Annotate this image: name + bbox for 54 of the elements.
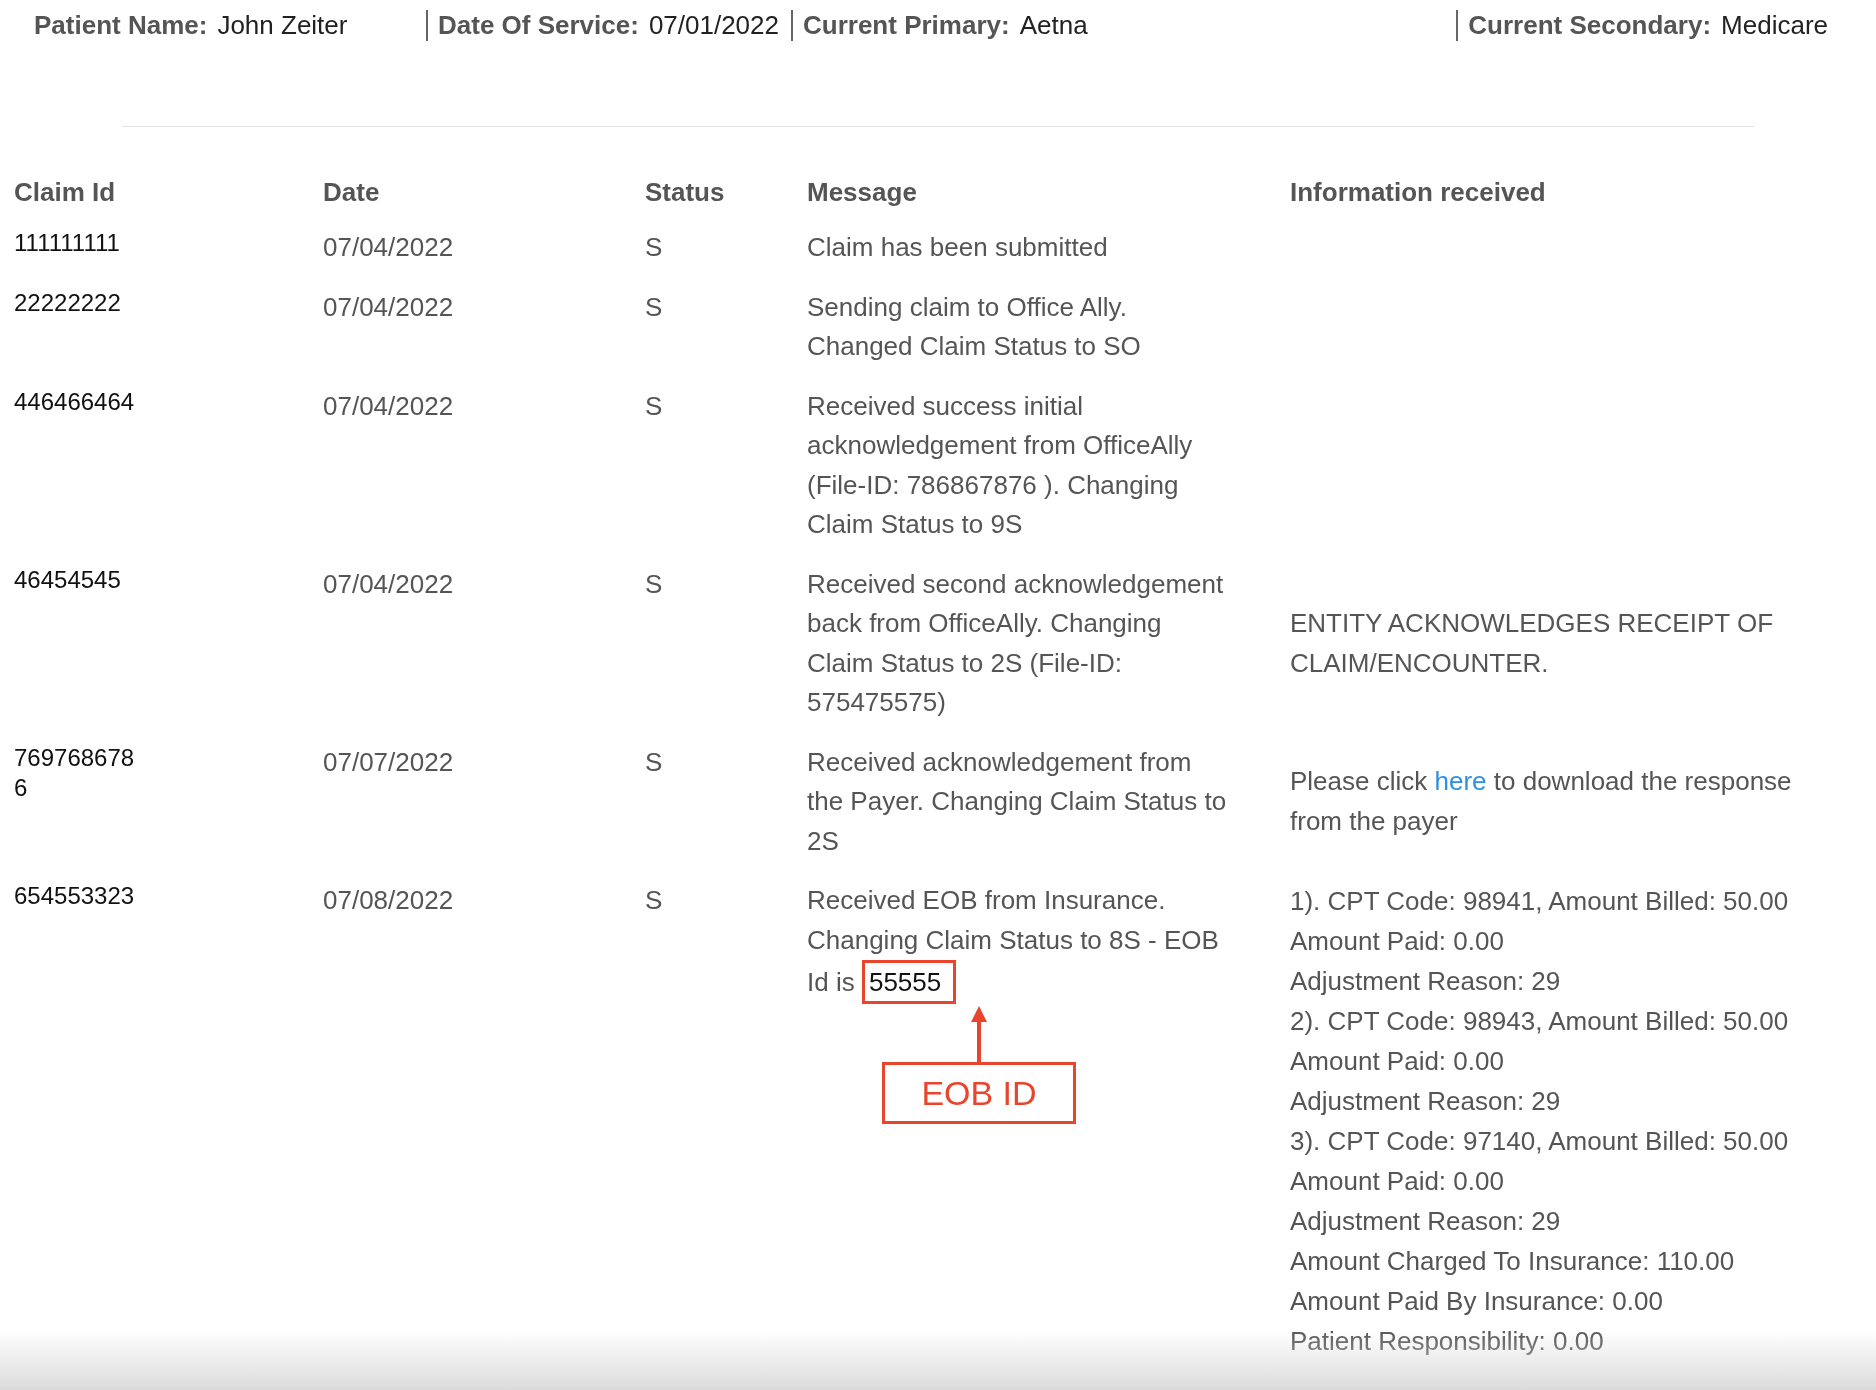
eob-detail-line: Amount Paid: 0.00 — [1290, 1045, 1505, 1078]
date-cell: 07/08/2022 — [323, 885, 454, 915]
message-text: Received second acknowledgement back from OfficeAlly. Changing Claim Status to 2S (File-ID: 575475575) — [807, 567, 1225, 719]
message-text: Received EOB from Insurance. Changing Claim Status to 8S - EOB Id is 55555 — [807, 881, 1228, 1004]
field-value: Aetna — [1019, 10, 1088, 41]
eob-detail-line: Amount Paid By Insurance: 0.00 — [1290, 1285, 1664, 1318]
claim-id: 46454545 — [14, 564, 122, 595]
eob-detail-line: Amount Charged To Insurance: 110.00 — [1290, 1245, 1736, 1278]
field-label: Current Primary: — [803, 10, 1010, 41]
arrow-icon — [971, 1006, 987, 1062]
date-cell: 07/07/2022 — [323, 746, 454, 777]
eob-detail-line: Amount Paid: 0.00 — [1290, 925, 1505, 958]
eob-detail-line: Amount Paid: 0.00 — [1290, 1165, 1505, 1198]
eob-detail-line: 1). CPT Code: 98941, Amount Billed: 50.00 — [1290, 885, 1790, 918]
message-text: Claim has been submitted — [807, 231, 1109, 264]
message-text: Received success initial acknowledgement from OfficeAlly (File-ID: 786867876 ). Changing Claim Status to 9S — [807, 389, 1194, 541]
status-cell: S — [645, 746, 663, 777]
claim-id: 7697686786 — [14, 742, 136, 803]
eob-detail-line: Adjustment Reason: 29 — [1290, 1205, 1562, 1238]
download-text: Please click here to download the response from the payer — [1290, 765, 1793, 838]
here-link[interactable]: here — [1434, 766, 1487, 797]
date-cell: 07/04/2022 — [323, 568, 454, 599]
status-cell: S — [645, 390, 663, 421]
eob-detail-line: Adjustment Reason: 29 — [1290, 1085, 1562, 1118]
claim-id: 111111111 — [14, 228, 121, 258]
column-header: Claim Id — [14, 177, 117, 209]
column-header: Status — [645, 177, 726, 209]
eob-detail-line: 3). CPT Code: 97140, Amount Billed: 50.00 — [1290, 1125, 1790, 1158]
date-cell: 07/04/2022 — [323, 390, 454, 421]
date-cell: 07/04/2022 — [323, 232, 454, 262]
date-cell: 07/04/2022 — [323, 291, 454, 322]
claim-id: 654553323 — [14, 881, 136, 911]
field-value: Medicare — [1721, 10, 1828, 41]
column-header: Date — [323, 177, 381, 209]
eob-detail-line: Patient Responsibility: 0.00 — [1290, 1325, 1605, 1358]
status-cell: S — [645, 885, 663, 915]
eob-detail-line: 2). CPT Code: 98943, Amount Billed: 50.00 — [1290, 1005, 1790, 1038]
field-label: Patient Name: — [34, 10, 208, 41]
column-header: Information received — [1290, 177, 1547, 209]
field-value: 07/01/2022 — [648, 10, 779, 41]
column-header: Message — [807, 177, 918, 209]
status-cell: S — [645, 568, 663, 599]
annotation-label: EOB ID — [882, 1062, 1076, 1124]
status-cell: S — [645, 232, 663, 262]
field-label: Date Of Service: — [438, 10, 639, 41]
info-text: ENTITY ACKNOWLEDGES RECEIPT OF CLAIM/ENCOUNTER. — [1290, 607, 1775, 680]
claim-id: 22222222 — [14, 287, 122, 318]
field-value: John Zeiter — [217, 10, 348, 41]
eob-detail-line: Adjustment Reason: 29 — [1290, 965, 1562, 998]
claim-id: 446466464 — [14, 386, 136, 417]
status-cell: S — [645, 291, 663, 322]
message-text: Received acknowledgement from the Payer. Changing Claim Status to 2S — [807, 745, 1228, 858]
message-text: Sending claim to Office Ally. Changed Claim Status to SO — [807, 290, 1142, 363]
field-label: Current Secondary: — [1468, 10, 1712, 41]
